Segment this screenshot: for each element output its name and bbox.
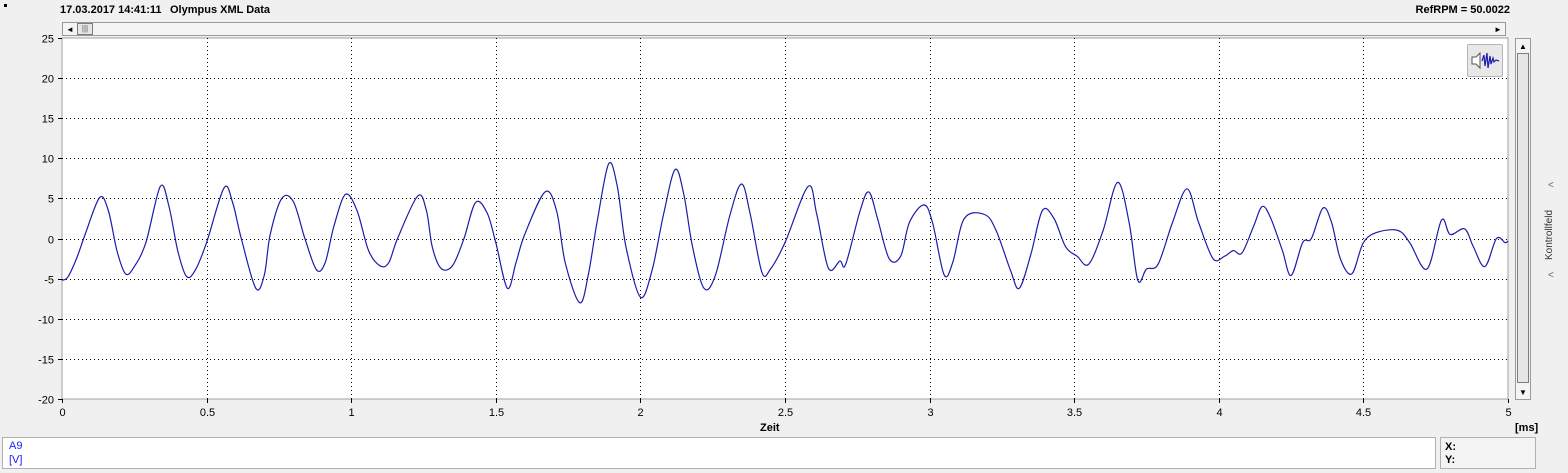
vertical-scrollbar[interactable]: ▲ ▼ xyxy=(1515,38,1531,400)
cursor-readout: X: Y: xyxy=(1440,437,1536,469)
x-tick-label: 0 xyxy=(59,407,65,419)
channel-name: A9 xyxy=(9,440,23,452)
y-tick-label: -5 xyxy=(44,275,54,287)
panel-arrow-icon[interactable]: < xyxy=(1548,270,1554,281)
cursor-y-label: Y: xyxy=(1445,454,1456,466)
channel-unit: [V] xyxy=(9,454,23,466)
x-tick-label: 5 xyxy=(1505,407,1511,419)
y-tick-label: 15 xyxy=(42,114,54,126)
y-tick-label: -15 xyxy=(38,355,54,367)
sound-button[interactable] xyxy=(1467,44,1503,77)
y-tick-label: 10 xyxy=(42,154,54,166)
scroll-up-arrow-icon[interactable]: ▲ xyxy=(1516,39,1530,53)
x-tick-label: 1.5 xyxy=(489,407,504,419)
vertical-scroll-thumb[interactable] xyxy=(1517,53,1529,383)
y-tick-label: 20 xyxy=(42,74,54,86)
scroll-down-arrow-icon[interactable]: ▼ xyxy=(1516,385,1530,399)
y-tick-label: -10 xyxy=(38,315,54,327)
x-axis-title: Zeit xyxy=(760,422,780,434)
x-tick-label: 3 xyxy=(927,407,933,419)
x-tick-label: 2.5 xyxy=(778,407,793,419)
y-tick-label: -20 xyxy=(38,395,54,407)
speaker-waveform-icon xyxy=(1471,51,1500,70)
x-tick-label: 3.5 xyxy=(1067,407,1082,419)
y-tick-label: 0 xyxy=(48,235,54,247)
x-tick-label: 0.5 xyxy=(200,407,215,419)
x-tick-label: 4.5 xyxy=(1356,407,1371,419)
x-axis-unit: [ms] xyxy=(1515,422,1539,434)
x-tick-label: 4 xyxy=(1216,407,1222,419)
cursor-x-label: X: xyxy=(1445,441,1456,453)
x-tick-label: 1 xyxy=(348,407,354,419)
y-tick-label: 5 xyxy=(48,194,54,206)
kontrollfeld-tab[interactable]: Kontrollfeld xyxy=(1544,190,1564,280)
y-tick-label: 25 xyxy=(42,34,54,46)
x-tick-label: 2 xyxy=(637,407,643,419)
channel-legend[interactable]: A9 [V] xyxy=(2,437,1436,469)
signal-chart[interactable]: 0 0.5 1 1.5 2 2.5 3 3.5 4 4.5 5 25 20 15 10 5 0 -5 -10 -15 -… xyxy=(0,0,1568,473)
